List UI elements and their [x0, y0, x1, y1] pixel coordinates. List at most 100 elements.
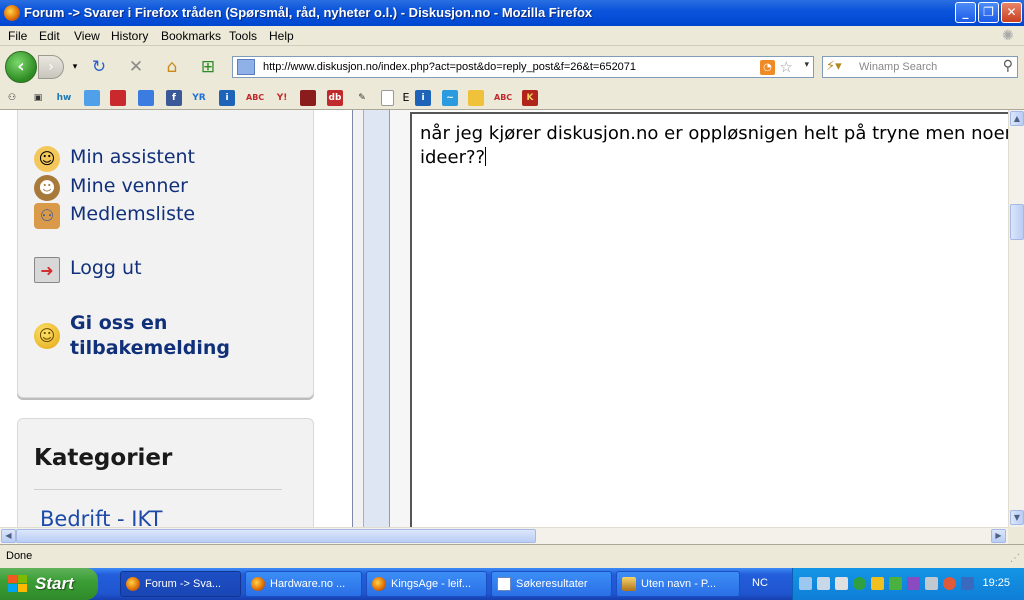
bookmark-info2-icon[interactable]: i — [415, 90, 431, 106]
task-label: Forum -> Sva... — [145, 578, 222, 590]
bookmark-pen-icon[interactable]: ✎ — [354, 90, 370, 106]
status-text: Done — [6, 550, 33, 562]
paint-icon — [622, 577, 636, 591]
back-button[interactable]: ‹ — [5, 51, 37, 83]
navigation-toolbar: ‹ › ▾ ↻ ✕ ⌂ ⊞ http://www.diskusjon.no/in… — [0, 46, 1024, 86]
minimize-button[interactable]: _ — [955, 2, 976, 23]
bookmark-bike-icon[interactable]: ⚇ — [4, 90, 20, 106]
bookmark-yellow-icon[interactable] — [468, 90, 484, 106]
history-dropdown-icon[interactable]: ▾ — [64, 57, 86, 77]
smiley-icon: ☺ — [34, 323, 60, 349]
tray-app-icon[interactable] — [961, 577, 974, 590]
scroll-left-icon[interactable]: ◀ — [1, 529, 16, 543]
taskbar-task[interactable]: Hardware.no ... — [245, 571, 362, 597]
categories-title: Kategorier — [34, 445, 173, 471]
rss-icon[interactable]: ◔ — [760, 60, 775, 75]
throbber-icon: ✺ — [1002, 27, 1014, 43]
task-label: KingsAge - leif... — [391, 578, 472, 590]
tray-volume-icon[interactable] — [835, 577, 848, 590]
home-icon[interactable]: ⌂ — [161, 57, 183, 77]
bookmark-abc[interactable]: ABC — [246, 90, 264, 106]
tray-app-icon[interactable] — [871, 577, 884, 590]
bookmark-star-icon[interactable]: ☆ — [780, 58, 793, 76]
language-indicator[interactable]: NC — [752, 577, 768, 589]
url-text: http://www.diskusjon.no/index.php?act=po… — [263, 61, 637, 73]
close-button[interactable]: ✕ — [1001, 2, 1022, 23]
taskbar-task[interactable]: Uten navn - P... — [616, 571, 740, 597]
sidebar-item-label: Min assistent — [70, 146, 196, 168]
bookmark-bus-icon[interactable]: ▣ — [30, 90, 46, 106]
bookmark-page-icon[interactable] — [381, 90, 394, 106]
bookmark-abc2[interactable]: ABC — [494, 90, 512, 106]
document-icon — [497, 577, 511, 591]
members-icon: ⚇ — [34, 203, 60, 229]
tray-messenger-icon[interactable] — [853, 577, 866, 590]
bookmark-dark-icon[interactable] — [300, 90, 316, 106]
reload-icon[interactable]: ↻ — [88, 57, 110, 77]
menu-view[interactable]: View — [74, 29, 100, 43]
text-caret — [485, 147, 487, 166]
divider — [34, 489, 282, 490]
search-engine-icon[interactable]: ⚡▾ — [826, 59, 842, 74]
category-link[interactable]: Bedrift - IKT — [40, 507, 162, 527]
stop-icon[interactable]: ✕ — [125, 57, 147, 77]
menu-history[interactable]: History — [111, 29, 148, 43]
reply-textarea[interactable]: når jeg kjører diskusjon.no er oppløsnig… — [410, 112, 1008, 527]
firefox-icon — [4, 5, 20, 21]
vertical-scrollbar[interactable]: ▲ ▼ — [1008, 110, 1024, 527]
bookmark-red-icon[interactable] — [110, 90, 126, 106]
menu-file[interactable]: File — [8, 29, 27, 43]
resize-grip-icon[interactable]: ⋰ — [1010, 553, 1020, 564]
horizontal-scrollbar[interactable]: ◀ ▶ — [0, 527, 1008, 544]
scroll-right-icon[interactable]: ▶ — [991, 529, 1006, 543]
feedback-label: Gi oss en tilbakemelding — [70, 312, 230, 359]
firefox-icon — [372, 577, 386, 591]
bookmark-db[interactable]: db — [327, 90, 343, 106]
tray-network-icon[interactable] — [925, 577, 938, 590]
site-favicon — [237, 59, 255, 75]
search-icon[interactable]: ⚲ — [1003, 58, 1013, 74]
scroll-up-icon[interactable]: ▲ — [1010, 111, 1024, 126]
bookmark-people-icon[interactable] — [138, 90, 154, 106]
url-dropdown-icon[interactable]: ▾ — [804, 60, 809, 70]
tray-app-icon[interactable] — [907, 577, 920, 590]
tray-app-icon[interactable] — [799, 577, 812, 590]
bookmark-info-icon[interactable]: i — [219, 90, 235, 106]
bookmark-e[interactable]: E — [398, 90, 414, 106]
new-tab-icon[interactable]: ⊞ — [197, 57, 219, 77]
sidebar-item-label: Mine venner — [70, 175, 188, 197]
clock[interactable]: 19:25 — [982, 577, 1010, 589]
forward-button[interactable]: › — [38, 55, 64, 79]
menu-edit[interactable]: Edit — [39, 29, 60, 43]
scroll-down-icon[interactable]: ▼ — [1010, 510, 1024, 525]
bookmark-yahoo[interactable]: Y! — [274, 90, 290, 106]
menu-bookmarks[interactable]: Bookmarks — [161, 29, 221, 43]
start-label: Start — [35, 574, 74, 593]
menu-tools[interactable]: Tools — [229, 29, 257, 43]
bookmark-k[interactable]: K — [522, 90, 538, 106]
logout-icon: ➜ — [34, 257, 60, 283]
categories-box: Kategorier Bedrift - IKT — [17, 418, 314, 527]
menu-help[interactable]: Help — [269, 29, 294, 43]
tray-app-icon[interactable] — [889, 577, 902, 590]
sidebar-item-label: Logg ut — [70, 257, 142, 279]
bookmark-hw[interactable]: hw — [56, 90, 72, 106]
search-box[interactable]: ⚡▾ Winamp Search ⚲ — [822, 56, 1018, 78]
bookmark-blue-icon[interactable] — [84, 90, 100, 106]
window-titlebar[interactable]: Forum -> Svarer i Firefox tråden (Spørsm… — [0, 0, 1024, 26]
bookmark-yr[interactable]: YR — [191, 90, 207, 106]
url-bar[interactable]: http://www.diskusjon.no/index.php?act=po… — [232, 56, 814, 78]
bookmark-wave-icon[interactable]: ~ — [442, 90, 458, 106]
scroll-thumb[interactable] — [1010, 204, 1024, 240]
taskbar-task[interactable]: Forum -> Sva... — [120, 571, 241, 597]
search-input[interactable]: Winamp Search — [859, 61, 937, 73]
sidebar-menu: ☺ Min assistent ☻ Mine venner ⚇ Medlemsl… — [17, 110, 314, 398]
tray-keyboard-icon[interactable] — [817, 577, 830, 590]
scroll-thumb[interactable] — [16, 529, 536, 543]
taskbar-task[interactable]: Søkeresultater — [491, 571, 612, 597]
start-button[interactable]: Start — [0, 568, 98, 600]
maximize-button[interactable]: ❐ — [978, 2, 999, 23]
tray-app-icon[interactable] — [943, 577, 956, 590]
bookmark-facebook-icon[interactable]: f — [166, 90, 182, 106]
taskbar-task[interactable]: KingsAge - leif... — [366, 571, 487, 597]
